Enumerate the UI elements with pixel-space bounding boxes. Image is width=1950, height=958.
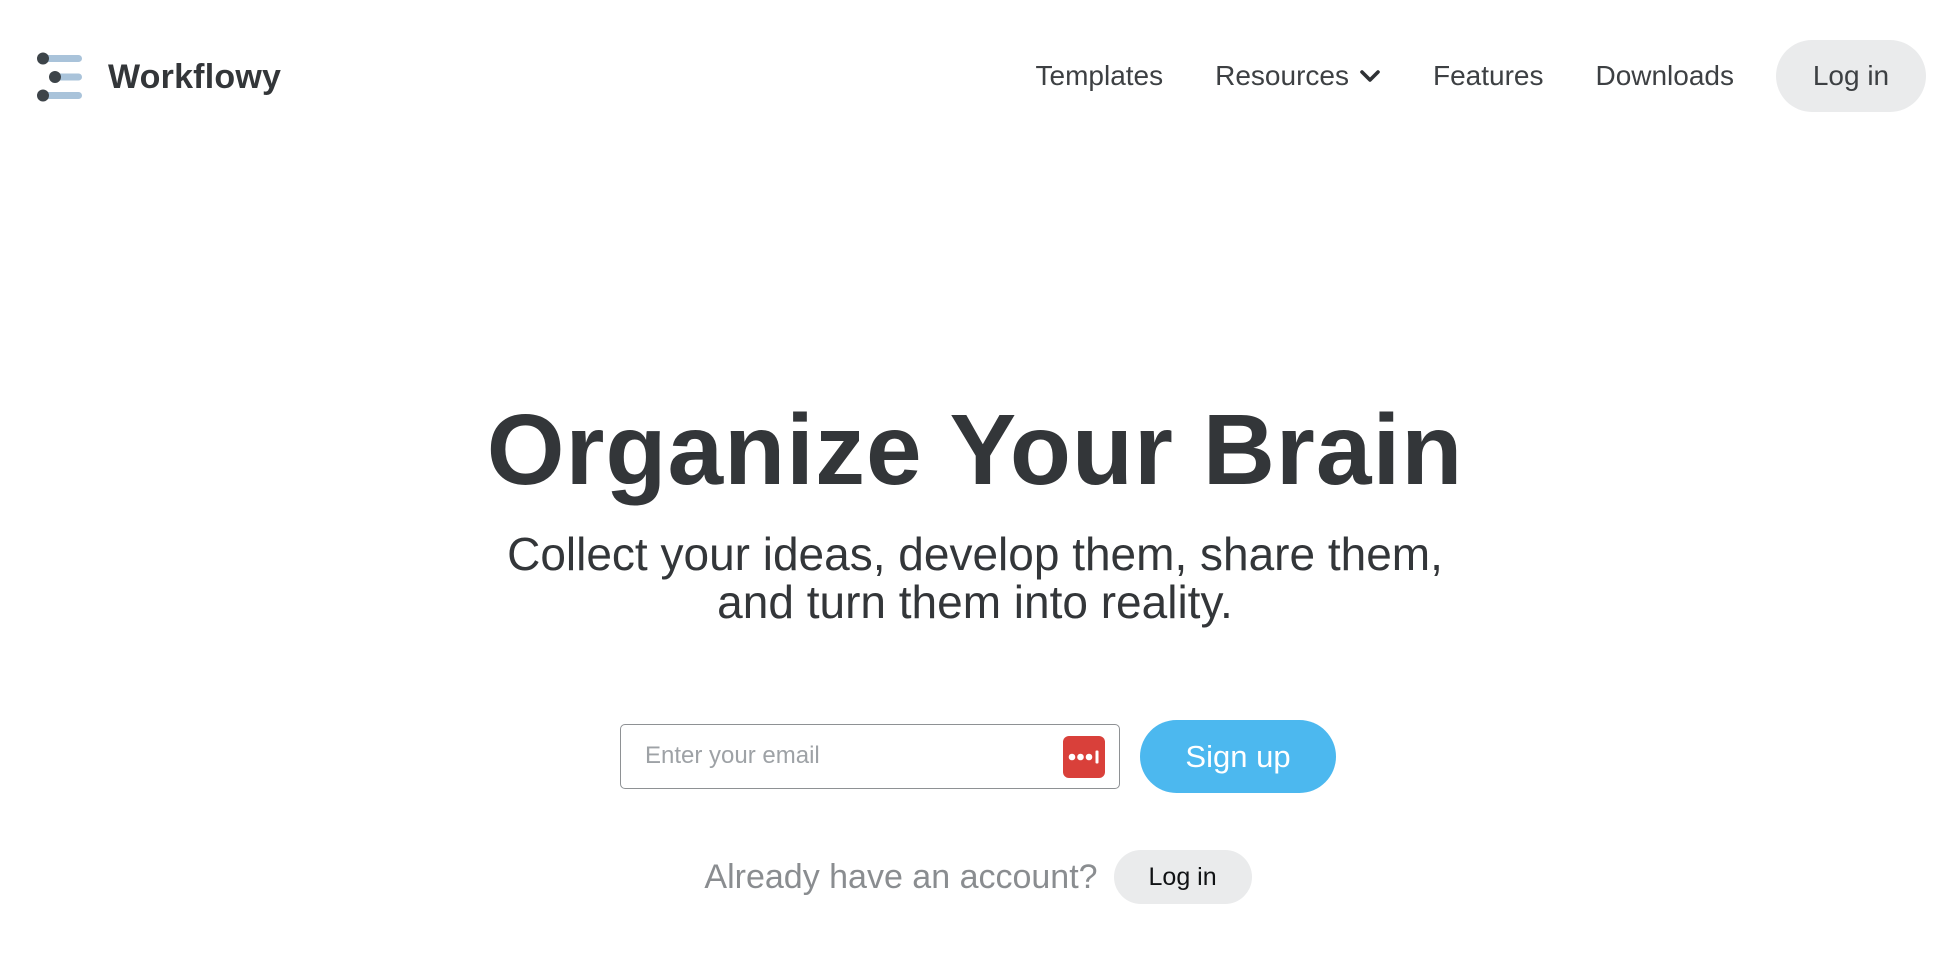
- account-prompt: Already have an account?: [704, 857, 1098, 896]
- hero-section: Organize Your Brain Collect your ideas, …: [0, 390, 1950, 626]
- logo-link[interactable]: Workflowy: [36, 52, 281, 102]
- nav-resources-label: Resources: [1215, 60, 1349, 91]
- workflowy-bullets-icon: [37, 52, 82, 102]
- nav-downloads[interactable]: Downloads: [1595, 60, 1734, 92]
- email-input[interactable]: [621, 725, 1065, 787]
- password-manager-dots-icon: [1068, 750, 1099, 764]
- signup-button[interactable]: Sign up: [1140, 720, 1336, 793]
- nav-resources[interactable]: Resources: [1215, 60, 1381, 92]
- signup-form: Sign up: [620, 720, 1336, 793]
- nav-templates[interactable]: Templates: [1036, 60, 1164, 92]
- email-field-wrapper: [620, 724, 1120, 789]
- brand-name: Workflowy: [108, 57, 282, 96]
- site-header: Workflowy Templates Resources Features D…: [0, 0, 1950, 155]
- hero-title: Organize Your Brain: [486, 394, 1464, 506]
- nav-features[interactable]: Features: [1433, 60, 1544, 92]
- login-button[interactable]: Log in: [1113, 850, 1252, 904]
- hero-subtitle: Collect your ideas, develop them, share …: [507, 528, 1443, 628]
- password-manager-icon[interactable]: [1063, 736, 1105, 778]
- chevron-down-icon: [1360, 70, 1380, 82]
- header-login-button[interactable]: Log in: [1776, 40, 1926, 112]
- main-nav: Templates Resources Features Downloads L…: [1036, 40, 1926, 112]
- existing-account-row: Already have an account? Log in: [0, 850, 1950, 904]
